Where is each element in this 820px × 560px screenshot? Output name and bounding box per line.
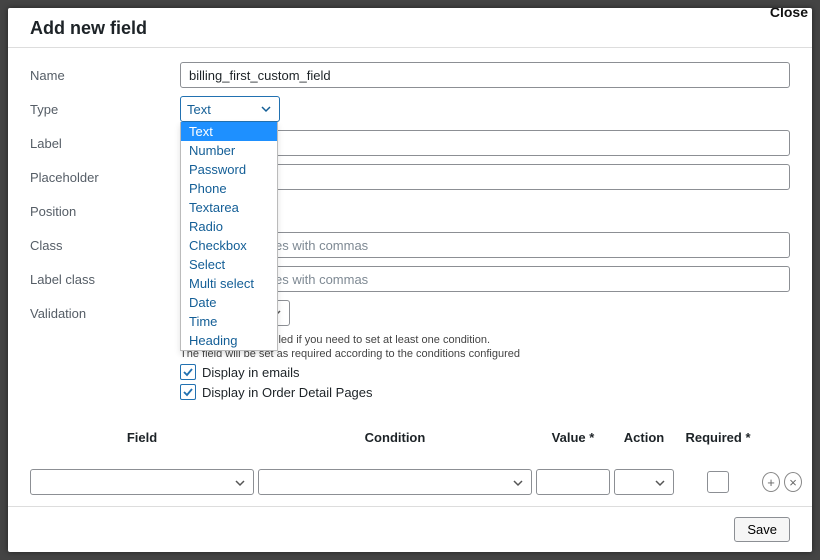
- display-order-detail-label: Display in Order Detail Pages: [202, 385, 373, 400]
- save-button[interactable]: Save: [734, 517, 790, 542]
- add-field-modal: Close Add new field Name Type Text: [8, 8, 812, 552]
- display-emails-label: Display in emails: [202, 365, 300, 380]
- type-select-value: Text: [187, 102, 259, 117]
- placeholder-label: Placeholder: [30, 170, 180, 185]
- table-row: + ×: [30, 469, 790, 495]
- col-required: Required *: [678, 430, 758, 445]
- condition-required-checkbox[interactable]: [707, 471, 729, 493]
- condition-operator-select[interactable]: [258, 469, 532, 495]
- add-condition-button[interactable]: +: [762, 472, 780, 492]
- type-option[interactable]: Phone: [181, 179, 277, 198]
- close-icon: ×: [789, 476, 797, 489]
- chevron-down-icon: [235, 476, 247, 488]
- condition-action-select[interactable]: [614, 469, 674, 495]
- type-option[interactable]: Number: [181, 141, 277, 160]
- modal-body: Name Type Text TextNumberPasswordPhoneTe…: [8, 48, 812, 506]
- type-option[interactable]: Textarea: [181, 198, 277, 217]
- chevron-down-icon: [655, 476, 667, 488]
- type-label: Type: [30, 102, 180, 117]
- type-option[interactable]: Date: [181, 293, 277, 312]
- chevron-down-icon: [513, 476, 525, 488]
- type-option[interactable]: Radio: [181, 217, 277, 236]
- validation-label: Validation: [30, 306, 180, 321]
- type-option[interactable]: Time: [181, 312, 277, 331]
- name-input[interactable]: [180, 62, 790, 88]
- type-option[interactable]: Text: [181, 122, 277, 141]
- display-emails-checkbox[interactable]: [180, 364, 196, 380]
- type-option[interactable]: Multi select: [181, 274, 277, 293]
- type-option[interactable]: Select: [181, 255, 277, 274]
- modal-header: Add new field: [8, 8, 812, 48]
- condition-field-select[interactable]: [30, 469, 254, 495]
- col-action: Action: [614, 430, 674, 445]
- col-value: Value *: [536, 430, 610, 445]
- plus-icon: +: [767, 476, 775, 489]
- modal-title: Add new field: [30, 18, 790, 39]
- type-option[interactable]: Password: [181, 160, 277, 179]
- type-option[interactable]: Checkbox: [181, 236, 277, 255]
- chevron-down-icon: [259, 102, 273, 116]
- name-label: Name: [30, 68, 180, 83]
- condition-value-input[interactable]: [536, 469, 610, 495]
- remove-condition-button[interactable]: ×: [784, 472, 802, 492]
- label-label: Label: [30, 136, 180, 151]
- label-class-label: Label class: [30, 272, 180, 287]
- class-label: Class: [30, 238, 180, 253]
- conditions-table: Field Condition Value * Action Required …: [30, 426, 790, 495]
- position-label: Position: [30, 204, 180, 219]
- display-order-detail-checkbox[interactable]: [180, 384, 196, 400]
- type-dropdown[interactable]: TextNumberPasswordPhoneTextareaRadioChec…: [180, 122, 278, 351]
- type-option[interactable]: Heading: [181, 331, 277, 350]
- type-select[interactable]: Text: [180, 96, 280, 122]
- col-condition: Condition: [258, 430, 532, 445]
- col-field: Field: [30, 430, 254, 445]
- modal-footer: Save: [8, 506, 812, 552]
